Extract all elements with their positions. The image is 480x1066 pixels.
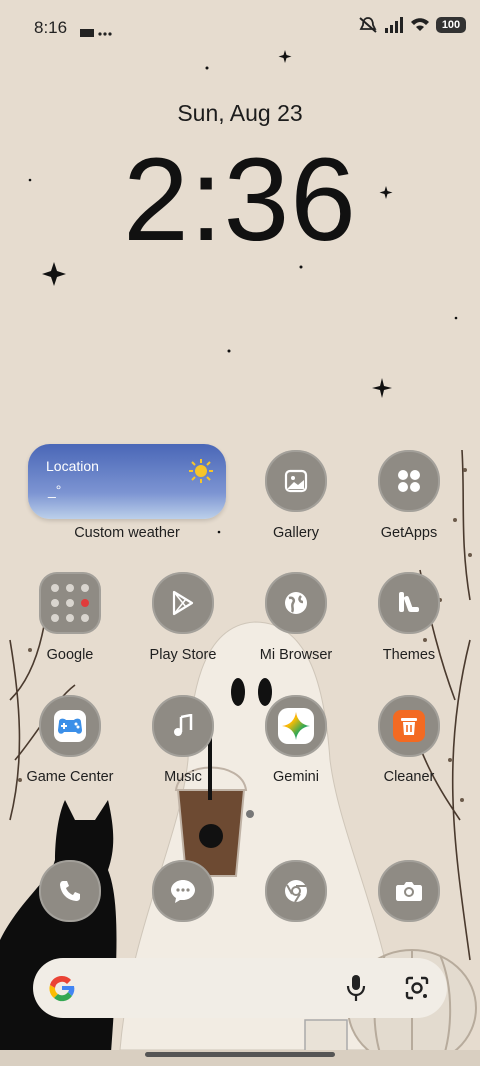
mi-browser-label: Mi Browser [259,647,333,663]
gallery-app[interactable] [265,450,327,512]
google-logo-icon [49,975,75,1002]
getapps-label: GetApps [380,525,438,541]
microphone-icon[interactable] [345,974,367,1002]
cleaner-app[interactable] [378,695,440,757]
weather-widget-label: Custom weather [74,525,180,541]
play-store-icon [172,590,194,616]
weather-location: Location [46,458,99,474]
status-time: 8:16 [34,18,68,37]
date-label: Sun, Aug 23 [177,100,303,126]
gemini-label: Gemini [273,769,319,785]
game-center-app[interactable] [39,695,101,757]
gallery-label: Gallery [273,525,319,541]
dock-phone-app[interactable] [39,860,101,922]
music-app[interactable] [152,695,214,757]
signal-icon [385,17,403,33]
phone-icon [60,881,80,901]
trash-icon [393,710,425,742]
cleaner-label: Cleaner [383,769,435,785]
sun-icon [189,459,213,483]
google-folder-label: Google [46,647,94,663]
clock: 2:36 [123,134,357,266]
dock-messaging-app[interactable] [152,860,214,922]
play-store-label: Play Store [149,647,217,663]
music-label: Music [164,769,202,785]
mute-icon [359,17,377,33]
gemini-app[interactable] [265,695,327,757]
google-folder-icon [51,584,89,622]
themes-icon [399,592,419,612]
music-note-icon [174,714,193,736]
google-search-bar[interactable] [33,958,447,1018]
dock-camera-app[interactable] [378,860,440,922]
game-center-label: Game Center [26,769,114,785]
status-dots [80,24,114,37]
getapps-app[interactable] [378,450,440,512]
getapps-icon [398,470,420,492]
gallery-icon [284,469,308,493]
themes-label: Themes [382,647,436,663]
lens-icon[interactable] [404,975,430,1001]
dock-chrome-app[interactable] [265,860,327,922]
google-folder[interactable] [39,572,101,634]
gemini-icon [278,708,314,744]
globe-icon [285,592,307,614]
status-icons: 100 [358,16,466,34]
battery-indicator: 100 [436,17,466,33]
weather-widget[interactable]: Location _° [28,444,226,519]
gesture-handle[interactable] [145,1052,335,1057]
play-store-app[interactable] [152,572,214,634]
chrome-icon [285,880,307,903]
themes-app[interactable] [378,572,440,634]
camera-icon [396,882,422,901]
weather-temperature: _° [48,482,62,498]
gamepad-icon [54,710,86,742]
mi-browser-app[interactable] [265,572,327,634]
message-icon [171,880,195,903]
wifi-icon [411,18,429,31]
page-indicator [246,810,254,818]
